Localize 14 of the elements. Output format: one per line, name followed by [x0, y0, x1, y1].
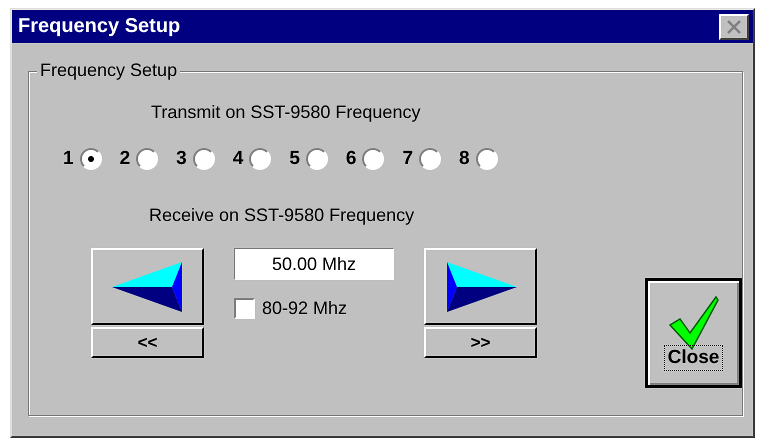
- checkmark-icon: [668, 295, 720, 351]
- next-frequency-button[interactable]: [424, 248, 537, 325]
- close-window-button[interactable]: [719, 14, 749, 40]
- step-down-button[interactable]: <<: [91, 327, 204, 358]
- range-checkbox[interactable]: 80-92 Mhz: [234, 298, 394, 319]
- group-label: Frequency Setup: [37, 60, 180, 81]
- step-up-button[interactable]: >>: [424, 327, 537, 358]
- frequency-field[interactable]: 50.00 Mhz: [234, 248, 394, 280]
- previous-frequency-button[interactable]: [91, 248, 204, 325]
- close-button[interactable]: Close: [645, 278, 742, 388]
- close-icon: [725, 18, 743, 34]
- transmit-label: Transmit on SST-9580 Frequency: [151, 102, 422, 123]
- receive-label: Receive on SST-9580 Frequency: [149, 205, 416, 226]
- window-title: Frequency Setup: [18, 15, 180, 38]
